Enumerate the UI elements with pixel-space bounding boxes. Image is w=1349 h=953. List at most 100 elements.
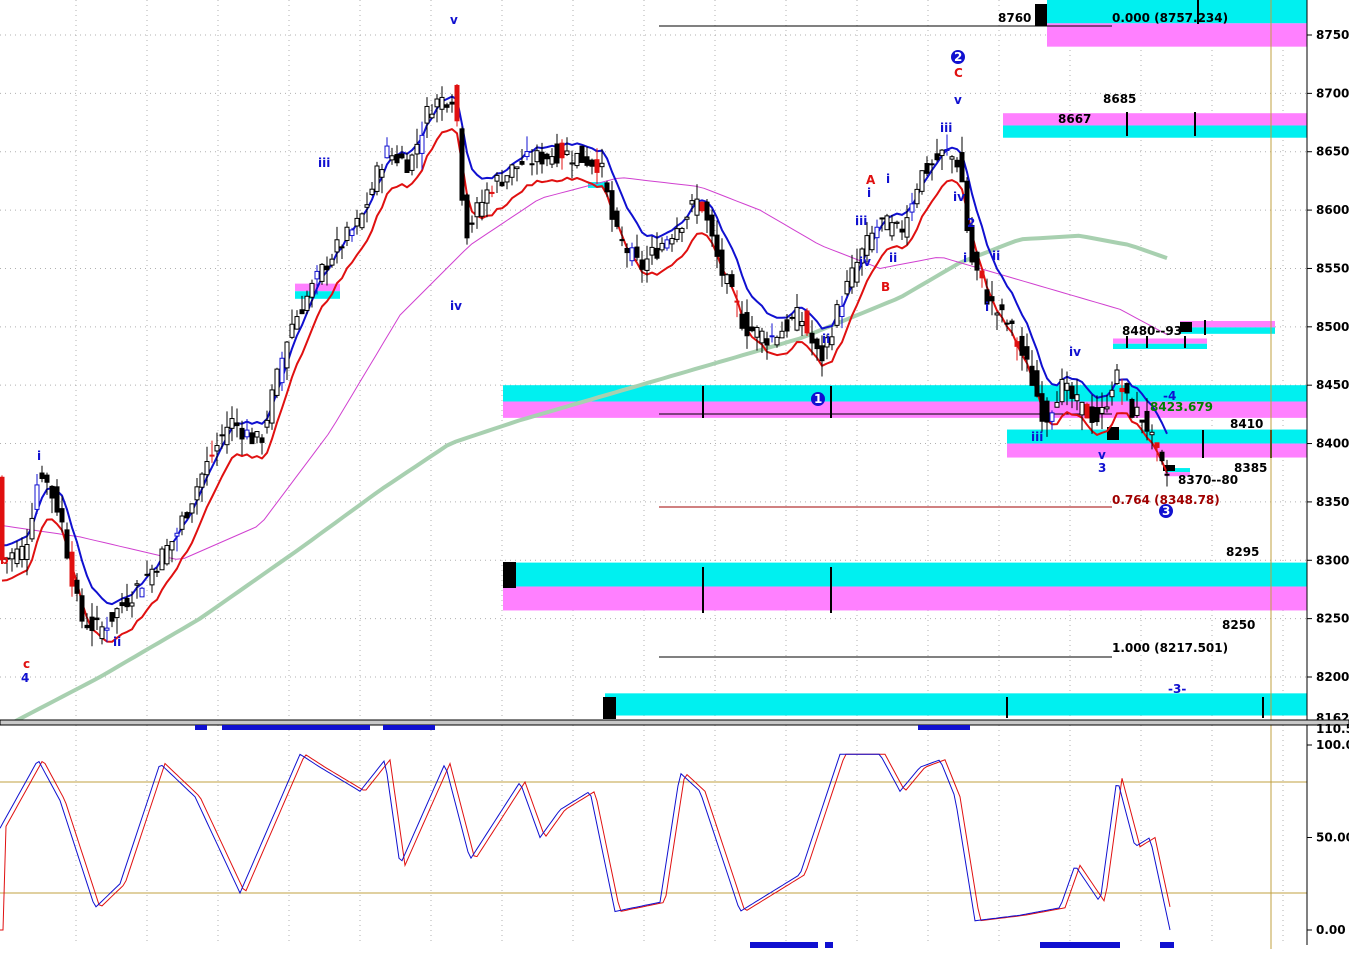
candle-body	[789, 316, 795, 319]
candle-body	[1119, 387, 1125, 393]
candle-body	[354, 217, 360, 227]
stock-chart: 8760 0.000 (8757.234) 8685 8667 8480--93 8423…	[0, 0, 1349, 949]
candle-body	[549, 156, 555, 165]
candle-body	[64, 529, 70, 559]
candle-body	[224, 426, 230, 446]
candle-body	[14, 548, 20, 565]
candle-body	[299, 309, 305, 315]
candle-body	[814, 338, 820, 350]
candle-body	[724, 274, 730, 285]
candle-body	[749, 326, 755, 332]
candle-body	[989, 296, 995, 302]
zone-band-bottom	[1003, 125, 1307, 138]
candle-body	[244, 429, 250, 438]
wave-minor-label: 2	[967, 216, 975, 230]
osc-axis-tick-label: 100.0	[1316, 738, 1349, 752]
candle-body	[394, 154, 400, 164]
price-axis-tick-label: 8400.	[1316, 437, 1349, 451]
candle-body	[1144, 410, 1150, 432]
level-label: -4	[1163, 389, 1176, 403]
level-label: -3-	[1168, 682, 1186, 696]
candle-body	[44, 474, 50, 483]
separator-bar	[195, 725, 207, 730]
candle-body	[314, 270, 320, 280]
candle-body	[0, 476, 5, 561]
candle-body	[934, 153, 940, 161]
candle-body	[589, 159, 595, 167]
candle-body	[89, 616, 95, 631]
candle-body	[369, 188, 375, 196]
zone-marker-block	[1035, 4, 1047, 26]
candle-body	[1104, 406, 1110, 410]
level-label: 1.000 (8217.501)	[1112, 641, 1228, 655]
candle-body	[164, 545, 170, 565]
candle-body	[1159, 451, 1165, 462]
candle-body	[529, 163, 535, 166]
level-label: 8760	[998, 11, 1031, 25]
candle-body	[1139, 419, 1145, 423]
candle-body	[439, 96, 445, 110]
candle-body	[1129, 398, 1135, 418]
candle-body	[304, 295, 310, 311]
wave-label: iii	[318, 156, 330, 170]
candle-body	[249, 432, 255, 445]
candle-body	[519, 161, 525, 165]
candle-body	[484, 189, 490, 204]
candle-body	[819, 345, 825, 362]
candle-body	[364, 204, 370, 208]
zone-band-bottom	[503, 586, 1307, 611]
wave-minor-label: ii	[822, 332, 830, 346]
candle-body	[359, 213, 365, 229]
candle-body	[869, 232, 875, 251]
candle-body	[794, 307, 800, 331]
candle-body	[1134, 406, 1140, 416]
wave-label: iv	[450, 299, 462, 313]
candle-body	[609, 190, 615, 220]
candle-body	[1079, 401, 1085, 416]
candle-body	[514, 166, 520, 170]
zone-band-bottom	[1180, 327, 1275, 334]
candle-body	[429, 113, 435, 119]
osc-header-value: 110.5	[1316, 722, 1349, 736]
candle-body	[184, 512, 190, 519]
level-label: 0.000 (8757.234)	[1112, 11, 1228, 25]
wave-minor-label: v	[954, 93, 962, 107]
candle-body	[709, 214, 715, 237]
candle-body	[669, 237, 675, 245]
wave-minor-label: iv	[859, 255, 871, 269]
wave-minor-label: ii	[992, 249, 1000, 263]
candle-body	[739, 313, 745, 329]
candle-body	[804, 310, 810, 334]
candle-body	[604, 182, 610, 193]
wave-minor-label: i	[867, 186, 871, 200]
candle-body	[1099, 406, 1105, 414]
candle-body	[969, 224, 975, 263]
level-label: 8410	[1230, 417, 1263, 431]
candle-body	[714, 234, 720, 257]
candle-body	[344, 226, 350, 241]
bottom-bar	[825, 942, 833, 948]
candle-body	[459, 128, 465, 201]
candle-body	[629, 247, 635, 262]
candle-body	[219, 434, 225, 437]
zone-band-top	[1007, 429, 1307, 444]
candle-body	[9, 552, 15, 560]
zone-band-top	[503, 562, 1307, 587]
candle-body	[239, 427, 245, 440]
candle-body	[769, 335, 775, 338]
candle-body	[974, 251, 980, 271]
candle-body	[659, 242, 665, 251]
candle-body	[389, 155, 395, 161]
candle-body	[294, 316, 300, 330]
candle-body	[959, 152, 965, 183]
candle-body	[729, 274, 735, 287]
candle-body	[649, 246, 655, 256]
candle-body	[744, 312, 750, 337]
wave-label: B	[881, 280, 890, 294]
candle-body	[594, 159, 600, 173]
zone-band-top	[1003, 113, 1307, 126]
candle-body	[309, 282, 315, 298]
wave-label: c	[23, 657, 30, 671]
candle-body	[979, 270, 985, 279]
candle-body	[889, 222, 895, 237]
